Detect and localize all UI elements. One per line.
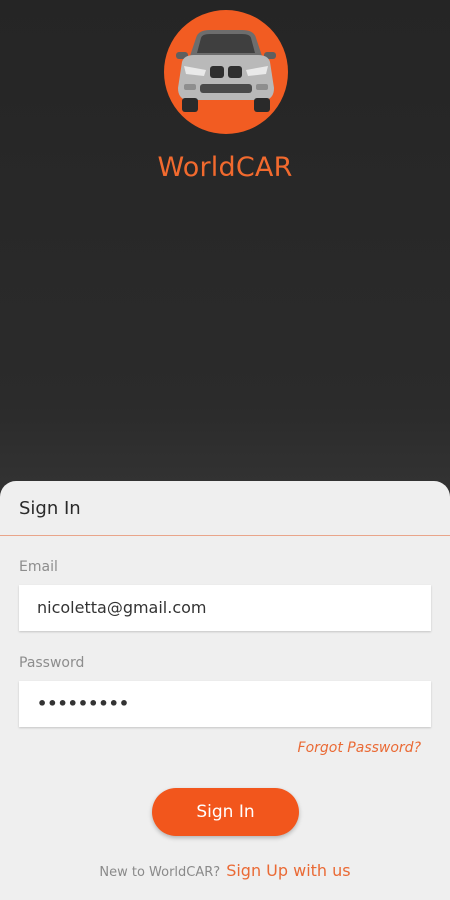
divider — [0, 535, 450, 536]
login-screen: WorldCAR Sign In Email nicoletta@gmail.c… — [0, 0, 450, 900]
forgot-password-link[interactable]: Forgot Password? — [298, 740, 421, 756]
signup-prompt-text: New to WorldCAR? — [99, 865, 221, 880]
password-field[interactable]: ••••••••• — [19, 681, 431, 727]
signin-title: Sign In — [19, 498, 81, 519]
email-field[interactable]: nicoletta@gmail.com — [19, 585, 431, 631]
signup-link[interactable]: Sign Up with us — [226, 861, 350, 880]
password-label: Password — [19, 655, 85, 671]
email-label: Email — [19, 559, 58, 575]
signin-button[interactable]: Sign In — [152, 788, 299, 836]
signin-panel: Sign In Email nicoletta@gmail.com Passwo… — [0, 481, 450, 900]
app-logo — [164, 10, 288, 134]
signup-prompt: New to WorldCAR? Sign Up with us — [0, 861, 450, 880]
car-front-icon — [176, 30, 276, 112]
app-name: WorldCAR — [157, 152, 293, 183]
